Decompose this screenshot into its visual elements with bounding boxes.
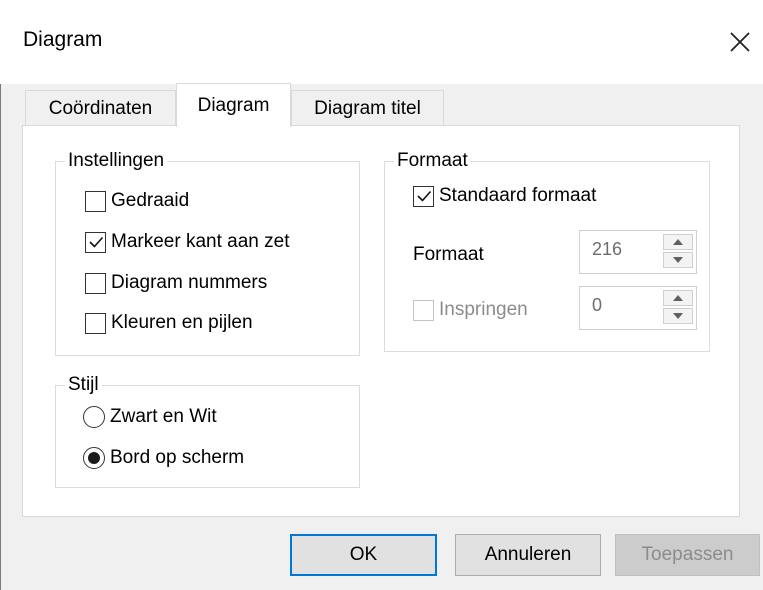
diagram-nummers-checkbox[interactable]: Diagram nummers — [85, 272, 267, 294]
arrow-up-icon — [673, 295, 683, 301]
ok-button[interactable]: OK — [290, 534, 437, 576]
checkbox-box — [85, 272, 106, 294]
checkbox-label: Diagram nummers — [111, 272, 268, 293]
arrow-down-icon — [673, 257, 683, 263]
spin-up-button[interactable] — [663, 234, 693, 250]
instellingen-group: Instellingen Gedraaid Markeer kant aan z… — [55, 149, 360, 356]
spinner-buttons — [663, 290, 693, 326]
radio-label: Bord op scherm — [110, 447, 245, 468]
tab-diagram[interactable]: Diagram — [176, 83, 291, 127]
spinner-buttons — [663, 234, 693, 270]
tab-coordinaten[interactable]: Coördinaten — [25, 90, 176, 126]
apply-button[interactable]: Toepassen — [615, 534, 760, 576]
radio-label: Zwart en Wit — [110, 406, 217, 427]
arrow-up-icon — [673, 239, 683, 245]
checkbox-label: Markeer kant aan zet — [111, 231, 290, 252]
zwart-en-wit-radio[interactable]: Zwart en Wit — [83, 406, 217, 428]
stijl-legend: Stijl — [65, 373, 102, 397]
checkbox-box — [85, 231, 106, 253]
title-bar — [0, 0, 763, 84]
spin-down-button[interactable] — [663, 252, 693, 268]
window-title: Diagram — [23, 28, 103, 51]
instellingen-legend: Instellingen — [65, 149, 168, 173]
tab-label: Diagram — [197, 94, 270, 116]
formaat-value: 216 — [592, 239, 623, 259]
checkbox-box — [413, 185, 434, 207]
inspringen-value: 0 — [592, 295, 603, 315]
kleuren-en-pijlen-checkbox[interactable]: Kleuren en pijlen — [85, 312, 253, 334]
close-icon — [730, 32, 750, 52]
gedraaid-checkbox[interactable]: Gedraaid — [85, 190, 189, 212]
radio-circle — [83, 447, 105, 469]
formaat-group: Formaat Standaard formaat Formaat 216 In… — [384, 149, 710, 352]
arrow-down-icon — [673, 313, 683, 319]
formaat-legend: Formaat — [394, 149, 471, 173]
checkbox-box — [85, 312, 106, 334]
stijl-group: Stijl Zwart en Wit Bord op scherm — [55, 373, 360, 488]
tab-panel: Instellingen Gedraaid Markeer kant aan z… — [22, 125, 740, 517]
checkbox-label: Standaard formaat — [439, 185, 597, 206]
checkbox-box — [413, 299, 434, 321]
close-button[interactable] — [718, 20, 762, 64]
inspringen-spinner[interactable]: 0 — [579, 286, 697, 330]
formaat-spinner[interactable]: 216 — [579, 230, 697, 274]
spin-up-button[interactable] — [663, 290, 693, 306]
tab-diagram-titel[interactable]: Diagram titel — [291, 90, 444, 126]
radio-selected-dot — [88, 452, 100, 464]
checkmark-icon — [88, 236, 103, 248]
checkbox-label: Gedraaid — [111, 190, 190, 211]
checkbox-box — [85, 190, 106, 212]
markeer-kant-aan-zet-checkbox[interactable]: Markeer kant aan zet — [85, 231, 289, 253]
checkbox-label: Kleuren en pijlen — [111, 312, 253, 333]
checkmark-icon — [416, 190, 431, 202]
spin-down-button[interactable] — [663, 308, 693, 324]
standaard-formaat-checkbox[interactable]: Standaard formaat — [413, 185, 596, 207]
radio-circle — [83, 406, 105, 428]
inspringen-checkbox[interactable]: Inspringen — [413, 299, 528, 321]
window-border — [0, 0, 1, 590]
tab-label: Coördinaten — [48, 97, 153, 119]
cancel-button[interactable]: Annuleren — [455, 534, 601, 576]
formaat-label: Formaat — [413, 244, 484, 265]
tab-label: Diagram titel — [314, 97, 421, 119]
checkbox-label: Inspringen — [439, 299, 528, 320]
bord-op-scherm-radio[interactable]: Bord op scherm — [83, 447, 244, 469]
